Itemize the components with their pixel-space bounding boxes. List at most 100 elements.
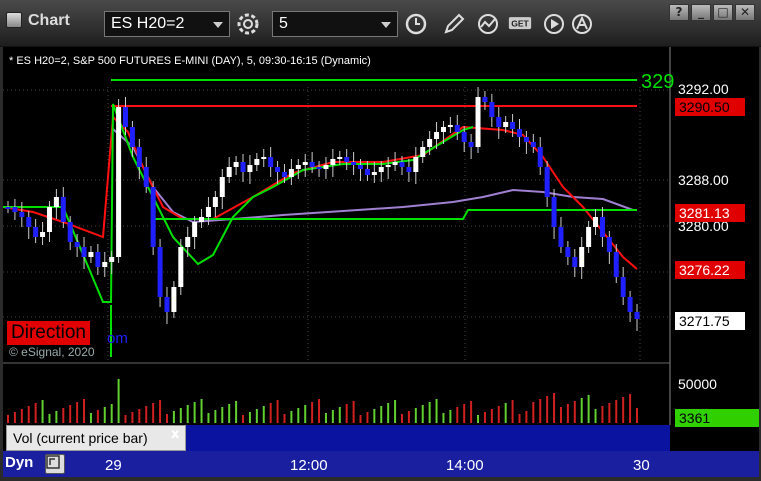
candle-body: [385, 165, 391, 167]
candle-body: [420, 147, 426, 157]
volume-tick-label: 50000: [678, 376, 717, 392]
volume-bar: [636, 408, 638, 423]
volume-bar: [449, 410, 452, 423]
time-button[interactable]: [402, 10, 430, 38]
dynamic-toggle-icon: [46, 455, 60, 469]
volume-bar: [553, 393, 556, 423]
candle-body: [95, 252, 101, 267]
volume-bar: [248, 412, 251, 423]
green-level-label: 329: [641, 71, 674, 93]
volume-bar: [221, 407, 224, 423]
toolbar: Chart ES H20=2 5 GET ? _ □ ✕: [0, 0, 761, 47]
volume-bar: [359, 415, 362, 423]
candle-body: [530, 142, 536, 147]
candle-body: [302, 162, 308, 165]
candle-body: [537, 147, 543, 167]
volume-bar: [200, 399, 203, 423]
green-ma-line: [3, 103, 474, 303]
volume-bar: [27, 406, 30, 423]
candle-body: [413, 157, 419, 172]
candle-body: [261, 157, 267, 159]
candle-body: [475, 97, 481, 147]
volume-bar: [345, 404, 348, 423]
candle-body: [351, 162, 357, 165]
maximize-button[interactable]: □: [713, 4, 733, 21]
candle-body: [330, 159, 336, 165]
candle-body: [212, 197, 218, 207]
alert-button[interactable]: [568, 10, 596, 38]
candle-body: [88, 252, 94, 257]
copyright-text: © eSignal, 2020: [9, 345, 95, 359]
candle-body: [620, 277, 626, 297]
x-tick-label: 14:00: [446, 457, 484, 474]
volume-bar: [83, 399, 86, 423]
candle-body: [544, 167, 550, 197]
candle-body: [60, 197, 66, 222]
chart-canvas[interactable]: 329: [3, 47, 759, 477]
candle-body: [599, 217, 605, 237]
volume-bar: [504, 403, 507, 423]
volume-bar: [55, 411, 58, 423]
volume-bar: [311, 402, 314, 423]
volume-panel-title[interactable]: Vol (current price bar): [6, 425, 186, 451]
candle-body: [171, 287, 177, 312]
replay-button[interactable]: [540, 10, 568, 38]
window-icon: [6, 12, 22, 28]
volume-bar: [615, 400, 618, 423]
volume-bar: [407, 411, 410, 423]
price-chart[interactable]: 329 * ES H20=2, S&P 500 FUTURES E-MINI (…: [3, 47, 759, 477]
volume-bar: [477, 415, 480, 423]
window-title: Chart: [28, 12, 70, 29]
studies-button[interactable]: [474, 10, 502, 38]
volume-bar: [380, 406, 383, 423]
candle-body: [468, 142, 474, 147]
watermark-text: om: [107, 330, 128, 347]
candle-body: [454, 125, 460, 132]
volume-bar: [69, 405, 72, 423]
help-button[interactable]: ?: [669, 4, 689, 21]
volume-bar: [318, 399, 321, 423]
close-button[interactable]: ✕: [735, 4, 755, 21]
dynamic-toggle-button[interactable]: [45, 454, 65, 474]
volume-bar: [518, 414, 521, 423]
get-icon: GET: [508, 17, 532, 30]
volume-bar: [242, 415, 245, 423]
x-tick-label: 12:00: [290, 457, 328, 474]
candle-body: [344, 157, 350, 162]
volume-bar: [165, 414, 168, 423]
candle-body: [102, 262, 108, 267]
direction-badge[interactable]: Direction: [7, 321, 90, 345]
draw-button[interactable]: [440, 10, 468, 38]
price-tag-red-level: 3290.50: [675, 98, 745, 116]
symbol-dropdown[interactable]: ES H20=2: [104, 11, 230, 37]
close-volume-icon[interactable]: x: [171, 427, 179, 442]
candle-body: [136, 147, 142, 167]
volume-bar: [435, 399, 438, 423]
volume-bar: [394, 400, 397, 423]
play-icon: [544, 14, 564, 34]
interval-dropdown[interactable]: 5: [272, 11, 398, 37]
volume-bar: [255, 409, 258, 423]
price-tag-last: 3271.75: [675, 312, 745, 330]
candle-body: [53, 197, 59, 207]
settings-button[interactable]: [234, 10, 262, 38]
minimize-button[interactable]: _: [691, 4, 711, 21]
price-tag-red-ma: 3281.13: [675, 204, 745, 222]
candle-body: [116, 107, 122, 257]
volume-bar: [89, 413, 92, 423]
settings-gear-icon: [237, 13, 259, 35]
candle-body: [572, 257, 578, 267]
candle-body: [288, 169, 294, 177]
volume-bar: [573, 401, 576, 423]
candle-body: [586, 227, 592, 247]
volume-bar: [324, 413, 327, 423]
volume-bar: [352, 401, 355, 423]
candle-body: [157, 247, 163, 297]
x-tick-label: 29: [105, 457, 122, 474]
volume-bar: [228, 404, 231, 423]
get-data-button[interactable]: GET: [506, 10, 534, 38]
volume-bar: [207, 413, 210, 423]
candle-body: [558, 227, 564, 247]
volume-bar: [214, 410, 217, 423]
volume-bar: [490, 409, 493, 423]
